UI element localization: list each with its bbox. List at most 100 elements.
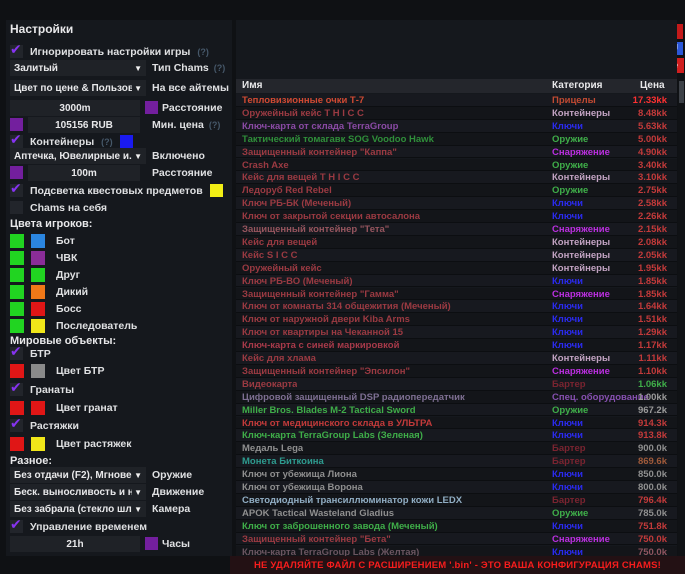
table-row[interactable]: Тепловизионные очки Т-7Прицелы17.33kk xyxy=(236,94,677,107)
table-row[interactable]: Оружейный кейсКонтейнеры1.95kk xyxy=(236,262,677,275)
column-header-name[interactable]: Имя xyxy=(242,80,262,91)
world-object-color-swatch[interactable] xyxy=(31,437,45,451)
table-row[interactable]: Crash AxeОружие3.40kk xyxy=(236,159,677,172)
ignore-game-settings-checkbox[interactable] xyxy=(10,45,23,58)
chams-type-dropdown[interactable]: Залитый ▼ xyxy=(10,60,146,76)
item-price-cell: 751.8k xyxy=(638,521,667,532)
item-name-cell: Тепловизионные очки Т-7 xyxy=(242,95,364,106)
player-color-swatch[interactable] xyxy=(10,234,24,248)
table-scrollbar[interactable] xyxy=(678,79,685,556)
min-price-color-swatch[interactable] xyxy=(10,118,23,131)
table-row[interactable]: Защищенный контейнер "Бета"Снаряжение750… xyxy=(236,533,677,546)
containers-distance-color-swatch[interactable] xyxy=(10,166,23,179)
table-row[interactable]: Защищенный контейнер "Гамма"Снаряжение1.… xyxy=(236,288,677,301)
player-color-swatch[interactable] xyxy=(10,319,24,333)
help-icon[interactable]: (?) xyxy=(214,63,226,73)
table-row[interactable]: Ключ от убежища ЛионаКлючи850.0k xyxy=(236,468,677,481)
table-row[interactable]: Ключ от комнаты 314 общежития (Меченый)К… xyxy=(236,300,677,313)
table-row[interactable]: Ключ-карта TerraGroup Labs (Желтая)Ключи… xyxy=(236,546,677,557)
world-object-row: Гранаты xyxy=(10,382,74,397)
table-row[interactable]: Miller Bros. Blades M-2 Tactical SwordОр… xyxy=(236,404,677,417)
containers-filter-dropdown[interactable]: Аптечка, Ювелирные и... ▼ xyxy=(10,148,146,164)
player-color-swatch[interactable] xyxy=(31,319,45,333)
item-category-cell: Снаряжение xyxy=(552,224,610,235)
table-row[interactable]: Цифровой защищенный DSP радиопередатчикС… xyxy=(236,391,677,404)
distance-color-swatch[interactable] xyxy=(145,101,158,114)
player-color-swatch[interactable] xyxy=(31,285,45,299)
table-row[interactable]: Ключ РБ-БК (Меченый)Ключи2.58kk xyxy=(236,197,677,210)
item-name-cell: Ключ-карта от склада TerraGroup xyxy=(242,121,398,132)
world-object-color-swatch[interactable] xyxy=(10,401,24,415)
world-object-checkbox[interactable] xyxy=(10,383,23,396)
quest-highlight-color-swatch[interactable] xyxy=(210,184,223,197)
table-row[interactable]: Тактический томагавк SOG Voodoo HawkОруж… xyxy=(236,133,677,146)
time-control-checkbox[interactable] xyxy=(10,520,23,533)
distance-input[interactable]: 3000m xyxy=(10,100,140,116)
table-row[interactable]: Ключ от квартиры на Чеканной 15Ключи1.29… xyxy=(236,326,677,339)
column-header-category[interactable]: Категория xyxy=(552,80,602,91)
help-icon[interactable]: (?) xyxy=(209,120,221,130)
world-object-color-swatch[interactable] xyxy=(10,364,24,378)
settings-title: Настройки xyxy=(10,22,73,36)
world-object-checkbox[interactable] xyxy=(10,419,23,432)
table-row[interactable]: Монета БиткоинаБартер869.6k xyxy=(236,455,677,468)
table-row[interactable]: Ключ-карта с синей маркировкойКлючи1.17k… xyxy=(236,339,677,352)
item-category-cell: Ключи xyxy=(552,547,583,557)
world-object-color-swatch[interactable] xyxy=(10,437,24,451)
table-row[interactable]: Защищенный контейнер "Тета"Снаряжение2.1… xyxy=(236,223,677,236)
player-color-swatch[interactable] xyxy=(10,251,24,265)
table-row[interactable]: Кейс для хламаКонтейнеры1.11kk xyxy=(236,352,677,365)
table-row[interactable]: Защищенный контейнер "Каппа"Снаряжение4.… xyxy=(236,146,677,159)
player-color-swatch[interactable] xyxy=(10,302,24,316)
player-color-swatch[interactable] xyxy=(10,285,24,299)
table-row[interactable]: APOK Tactical Wasteland GladiusОружие785… xyxy=(236,507,677,520)
table-row[interactable]: Ключ от заброшенного завода (Меченый)Клю… xyxy=(236,520,677,533)
containers-label: Контейнеры xyxy=(30,136,94,148)
table-row[interactable]: Ключ-карта TerraGroup Labs (Зеленая)Ключ… xyxy=(236,429,677,442)
weapon-dropdown[interactable]: Без отдачи (F2), Мгновенное п ▼ xyxy=(10,467,146,483)
table-row[interactable]: Светодиодный трансиллюминатор кожи LEDXБ… xyxy=(236,494,677,507)
hours-input[interactable]: 21h xyxy=(10,536,140,552)
help-icon[interactable]: (?) xyxy=(101,137,113,147)
table-row[interactable]: Медаль LegaБартер900.0k xyxy=(236,442,677,455)
item-name-cell: Кейс для вещей xyxy=(242,237,317,248)
table-row[interactable]: Ключ от медицинского склада в УЛЬТРАКлюч… xyxy=(236,417,677,430)
table-row[interactable]: Оружейный кейс T H I C CКонтейнеры8.48kk xyxy=(236,107,677,120)
player-color-swatch[interactable] xyxy=(31,268,45,282)
player-color-swatch[interactable] xyxy=(31,302,45,316)
player-color-swatch[interactable] xyxy=(31,234,45,248)
table-row[interactable]: Кейс для вещей T H I C CКонтейнеры3.10kk xyxy=(236,171,677,184)
min-price-input[interactable]: 105156 RUB xyxy=(28,117,140,133)
containers-distance-label-row: Расстояние xyxy=(152,167,212,179)
world-object-color-swatch[interactable] xyxy=(31,364,45,378)
quest-highlight-checkbox[interactable] xyxy=(10,184,23,197)
table-row[interactable]: Ключ от наружной двери Kiba ArmsКлючи1.5… xyxy=(236,313,677,326)
table-row[interactable]: Ключ РБ-ВО (Меченый)Ключи1.85kk xyxy=(236,275,677,288)
table-row[interactable]: Ключ от убежища ВоронаКлючи800.0k xyxy=(236,481,677,494)
world-object-color-swatch[interactable] xyxy=(31,401,45,415)
table-row[interactable]: Защищенный контейнер "Эпсилон"Снаряжение… xyxy=(236,365,677,378)
scrollbar-thumb[interactable] xyxy=(679,81,684,103)
all-items-dropdown[interactable]: Цвет по цене & Пользователь ▼ xyxy=(10,80,146,96)
table-row[interactable]: Кейс S I C CКонтейнеры2.05kk xyxy=(236,249,677,262)
player-color-swatch[interactable] xyxy=(31,251,45,265)
table-row[interactable]: Ледоруб Red RebelОружие2.75kk xyxy=(236,184,677,197)
table-row[interactable]: Кейс для вещейКонтейнеры2.08kk xyxy=(236,236,677,249)
player-color-label: Бот xyxy=(56,235,75,247)
table-row[interactable]: ВидеокартаБартер1.06kk xyxy=(236,378,677,391)
table-row[interactable]: Ключ от закрытой секции автосалонаКлючи2… xyxy=(236,210,677,223)
containers-color-swatch[interactable] xyxy=(120,135,133,148)
table-row[interactable]: Ключ-карта от склада TerraGroupКлючи5.63… xyxy=(236,120,677,133)
hours-color-swatch[interactable] xyxy=(145,537,158,550)
movement-dropdown[interactable]: Беск. выносливость и нет уста ▼ xyxy=(10,484,146,500)
player-color-swatch[interactable] xyxy=(10,268,24,282)
camera-dropdown[interactable]: Без забрала (стекло шлема) ▼ xyxy=(10,501,146,517)
help-icon[interactable]: (?) xyxy=(197,47,209,57)
chams-self-checkbox[interactable] xyxy=(10,201,23,214)
player-color-row: Дикий xyxy=(10,284,88,299)
containers-distance-input[interactable]: 100m xyxy=(28,165,140,181)
column-header-price[interactable]: Цена xyxy=(640,80,665,91)
world-object-checkbox[interactable] xyxy=(10,347,23,360)
item-name-cell: Ключ от закрытой секции автосалона xyxy=(242,211,420,222)
containers-checkbox[interactable] xyxy=(10,135,23,148)
